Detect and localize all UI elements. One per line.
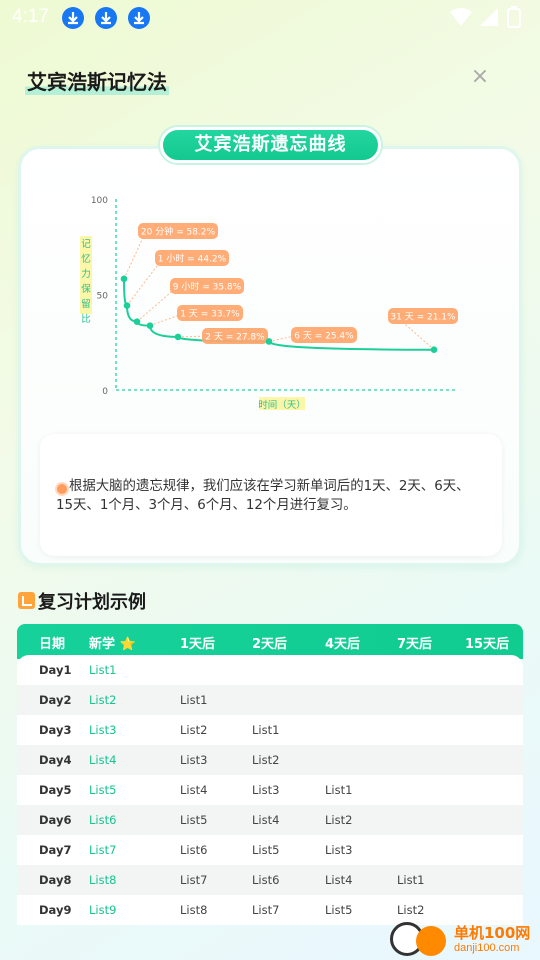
table-cell: Day1 — [39, 663, 72, 677]
table-cell: List2 — [89, 693, 117, 707]
table-cell: List3 — [325, 843, 353, 857]
column-header: 7天后 — [397, 637, 433, 652]
table-cell: Day4 — [39, 753, 72, 767]
data-point — [174, 333, 182, 341]
table-cell: List9 — [89, 903, 117, 917]
table-cell: List7 — [252, 903, 280, 917]
forgetting-curve-chart: 100 50 0 记忆力保留比时间（天） 20 分钟 = 58.2% 1 小时 = 44.… — [80, 196, 458, 411]
y-axis-label-char: 保 — [81, 283, 91, 295]
table-cell: Day9 — [39, 903, 72, 917]
table-row: Day7 List7 List6 List5 List3 — [17, 835, 523, 865]
table-cell: List2 — [325, 813, 353, 827]
table-row: Day3 List3 List2 List1 — [17, 715, 523, 745]
table-cell: Day8 — [39, 873, 72, 887]
table-cell: List2 — [397, 903, 425, 917]
y-axis-label-char: 记 — [81, 238, 91, 250]
table-cell: List6 — [180, 843, 208, 857]
table-cell: List4 — [325, 873, 353, 887]
column-header: 1天后 — [180, 637, 216, 652]
table-row: Day5 List5 List4 List3 List1 — [17, 775, 523, 805]
table-cell: List4 — [89, 753, 117, 767]
data-label: 6 天 = 25.4% — [294, 332, 354, 342]
column-header: 2天后 — [252, 637, 288, 652]
table-cell: List1 — [397, 873, 425, 887]
table-row: Day1 List1 — [17, 655, 523, 685]
column-header: 日期 — [39, 637, 66, 652]
table-cell: List2 — [180, 723, 208, 737]
table-cell: List1 — [89, 663, 117, 677]
table-cell: List7 — [89, 843, 117, 857]
table-cell: Day7 — [39, 843, 72, 857]
x-axis-label: 时间（天） — [258, 399, 306, 411]
table-cell: List8 — [89, 873, 117, 887]
table-cell: List3 — [180, 753, 208, 767]
table-row: Day2 List2 List1 — [17, 685, 523, 715]
table-cell: List1 — [252, 723, 280, 737]
data-point — [265, 338, 273, 345]
table-cell: List5 — [325, 903, 353, 917]
table-row: Day8 List8 List7 List6 List4 List1 — [17, 865, 523, 895]
calendar-icon — [18, 592, 35, 609]
y-tick-label: 50 — [97, 292, 109, 302]
y-axis-label-char: 留 — [81, 298, 91, 310]
table-cell: List5 — [252, 843, 280, 857]
table-cell: Day3 — [39, 723, 72, 737]
column-header: 4天后 — [325, 637, 361, 652]
table-cell: Day5 — [39, 783, 72, 797]
table-cell: List4 — [180, 783, 208, 797]
table-cell: List1 — [180, 693, 208, 707]
table-cell: List3 — [89, 723, 117, 737]
table-cell: List7 — [180, 873, 208, 887]
y-tick-label: 0 — [102, 387, 108, 397]
table-cell: List6 — [89, 813, 117, 827]
data-point — [133, 318, 141, 325]
y-tick-label: 100 — [91, 196, 108, 206]
table-cell: List2 — [252, 753, 280, 767]
y-axis-label-char: 力 — [81, 268, 91, 280]
data-label: 1 小时 = 44.2% — [158, 253, 227, 265]
review-plan-table: 日期 新学 ⭐ 1天后 2天后 4天后 7天后 15天后 Day1 List1 Day2 List… — [17, 624, 523, 925]
column-header: 新学 ⭐ — [89, 637, 136, 652]
data-label: 20 分钟 = 58.2% — [141, 226, 216, 238]
table-header: 日期 新学 ⭐ 1天后 2天后 4天后 7天后 15天后 — [17, 624, 523, 659]
table-cell: Day6 — [39, 813, 72, 827]
watermark-name: 单机100网 — [454, 924, 531, 942]
data-point — [123, 302, 131, 309]
data-point — [430, 346, 438, 353]
watermark-url: danji100.com — [454, 942, 520, 954]
y-axis-label-char: 忆 — [81, 253, 91, 265]
data-label: 9 小时 = 35.8% — [173, 281, 242, 293]
table-cell: List3 — [252, 783, 280, 797]
table-row: Day6 List6 List5 List4 List2 — [17, 805, 523, 835]
table-row: Day4 List4 List3 List2 — [17, 745, 523, 775]
table-body: Day1 List1 Day2 List2 List1 Day3 List3 List2 Lis… — [17, 655, 523, 925]
watermark-logo-icon — [416, 926, 446, 956]
data-label: 1 天 = 33.7% — [180, 310, 240, 320]
data-label: 2 天 = 27.8% — [205, 333, 265, 343]
data-point — [120, 275, 128, 283]
section-title: 复习计划示例 — [38, 592, 146, 613]
table-cell: List1 — [325, 783, 353, 797]
table-cell: List8 — [180, 903, 208, 917]
watermark: 单机100网 danji100.com — [390, 920, 540, 960]
table-cell: List4 — [252, 813, 280, 827]
table-cell: List5 — [180, 813, 208, 827]
y-axis-label-char: 比 — [81, 313, 91, 325]
table-cell: List6 — [252, 873, 280, 887]
column-header: 15天后 — [465, 637, 510, 652]
data-label: 31 天 = 21.1% — [390, 313, 456, 323]
table-cell: Day2 — [39, 693, 72, 707]
table-cell: List5 — [89, 783, 117, 797]
info-text: 根据大脑的遗忘规律，我们应该在学习新单词后的1天、2天、6天、15天、1个月、3… — [56, 479, 470, 513]
data-point — [146, 322, 154, 329]
